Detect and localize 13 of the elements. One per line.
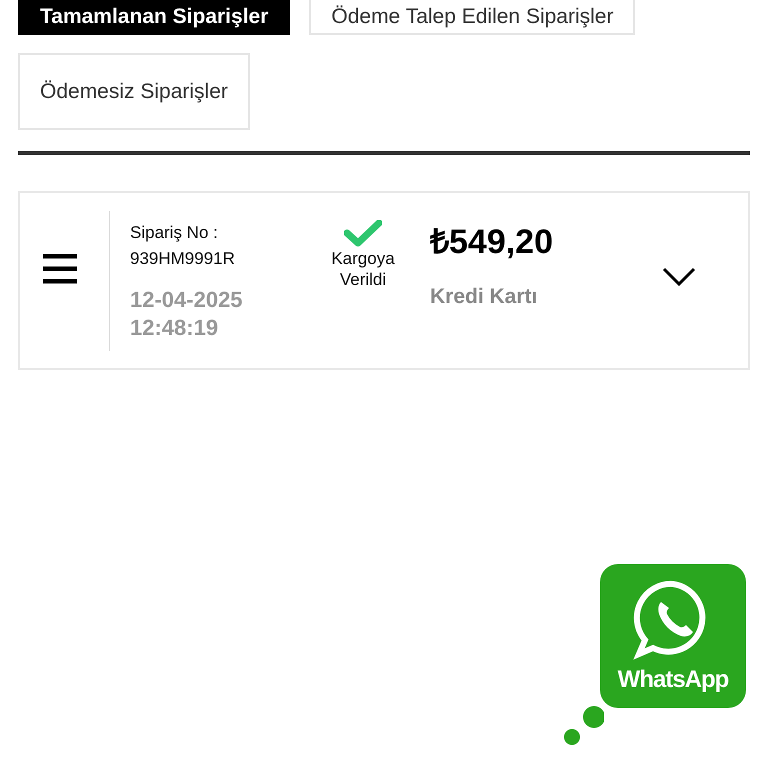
- order-tab[interactable]: Tamamlanan Siparişler: [18, 0, 290, 35]
- chevron-icon[interactable]: [662, 266, 696, 286]
- order-tab[interactable]: Ödemesiz Siparişler: [18, 53, 250, 130]
- bubble-dots-drawing: [564, 706, 604, 746]
- order-number: 939HM9991R: [130, 248, 236, 270]
- order-tab[interactable]: Ödeme Talep Edilen Siparişler: [309, 0, 636, 35]
- payment-method: Kredi Kartı: [430, 284, 538, 308]
- menu-icon[interactable]: [43, 254, 77, 284]
- order-amount: ₺549,20: [430, 222, 554, 262]
- order-number-label: Sipariş No :: [130, 222, 219, 244]
- order-date: 12-04-2025: [130, 286, 244, 314]
- order-time: 12:48:19: [130, 314, 220, 342]
- order-status: Kargoya Verildi: [330, 248, 396, 290]
